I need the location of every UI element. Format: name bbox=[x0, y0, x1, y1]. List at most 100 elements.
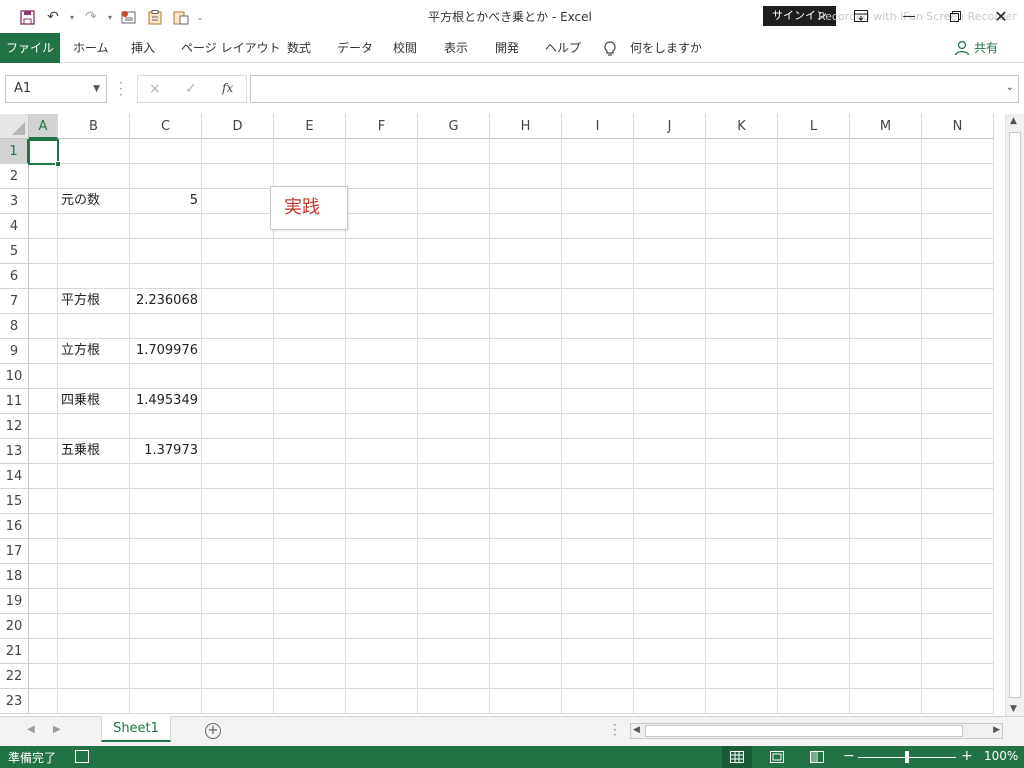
cell-g4[interactable] bbox=[418, 214, 490, 239]
row-header-12[interactable]: 12 bbox=[0, 414, 29, 439]
cell-f19[interactable] bbox=[346, 589, 418, 614]
cell-f21[interactable] bbox=[346, 639, 418, 664]
cell-b4[interactable] bbox=[58, 214, 130, 239]
cell-i14[interactable] bbox=[562, 464, 634, 489]
cell-l20[interactable] bbox=[778, 614, 850, 639]
cell-k19[interactable] bbox=[706, 589, 778, 614]
row-header-21[interactable]: 21 bbox=[0, 639, 29, 664]
cell-m21[interactable] bbox=[850, 639, 922, 664]
cell-g14[interactable] bbox=[418, 464, 490, 489]
cell-n10[interactable] bbox=[922, 364, 994, 389]
vertical-scroll-thumb[interactable] bbox=[1009, 132, 1021, 698]
cell-m22[interactable] bbox=[850, 664, 922, 689]
insert-function-button[interactable]: fx bbox=[222, 81, 233, 95]
cell-d7[interactable] bbox=[202, 289, 274, 314]
cell-d15[interactable] bbox=[202, 489, 274, 514]
cell-k14[interactable] bbox=[706, 464, 778, 489]
cell-d23[interactable] bbox=[202, 689, 274, 714]
cell-i10[interactable] bbox=[562, 364, 634, 389]
cell-a23[interactable] bbox=[29, 689, 58, 714]
cell-l2[interactable] bbox=[778, 164, 850, 189]
cell-l5[interactable] bbox=[778, 239, 850, 264]
cell-b11[interactable]: 四乗根 bbox=[58, 389, 130, 414]
cell-k11[interactable] bbox=[706, 389, 778, 414]
cell-f20[interactable] bbox=[346, 614, 418, 639]
cell-c8[interactable] bbox=[130, 314, 202, 339]
cell-n21[interactable] bbox=[922, 639, 994, 664]
cell-a12[interactable] bbox=[29, 414, 58, 439]
cell-e8[interactable] bbox=[274, 314, 346, 339]
cell-g15[interactable] bbox=[418, 489, 490, 514]
cell-j3[interactable] bbox=[634, 189, 706, 214]
cell-f22[interactable] bbox=[346, 664, 418, 689]
cell-j14[interactable] bbox=[634, 464, 706, 489]
scroll-up-icon[interactable]: ▲ bbox=[1010, 116, 1017, 126]
cell-a11[interactable] bbox=[29, 389, 58, 414]
tab-data[interactable]: データ bbox=[337, 33, 373, 63]
cell-l9[interactable] bbox=[778, 339, 850, 364]
cell-h8[interactable] bbox=[490, 314, 562, 339]
cell-k3[interactable] bbox=[706, 189, 778, 214]
cell-e7[interactable] bbox=[274, 289, 346, 314]
cell-d13[interactable] bbox=[202, 439, 274, 464]
cell-a9[interactable] bbox=[29, 339, 58, 364]
redo-dropdown[interactable]: ▾ bbox=[104, 6, 116, 28]
cell-n1[interactable] bbox=[922, 139, 994, 164]
cell-b10[interactable] bbox=[58, 364, 130, 389]
practice-shape-button[interactable]: 実践 bbox=[270, 186, 348, 230]
close-button[interactable]: ✕ bbox=[986, 4, 1016, 28]
cell-i16[interactable] bbox=[562, 514, 634, 539]
cell-a6[interactable] bbox=[29, 264, 58, 289]
tab-help[interactable]: ヘルプ bbox=[545, 33, 581, 63]
cell-j9[interactable] bbox=[634, 339, 706, 364]
cell-d9[interactable] bbox=[202, 339, 274, 364]
cell-e5[interactable] bbox=[274, 239, 346, 264]
cell-h14[interactable] bbox=[490, 464, 562, 489]
cell-k8[interactable] bbox=[706, 314, 778, 339]
row-header-9[interactable]: 9 bbox=[0, 339, 29, 364]
cell-k21[interactable] bbox=[706, 639, 778, 664]
cell-b8[interactable] bbox=[58, 314, 130, 339]
cell-f4[interactable] bbox=[346, 214, 418, 239]
cell-e15[interactable] bbox=[274, 489, 346, 514]
row-header-17[interactable]: 17 bbox=[0, 539, 29, 564]
cell-a8[interactable] bbox=[29, 314, 58, 339]
row-header-22[interactable]: 22 bbox=[0, 664, 29, 689]
cell-d12[interactable] bbox=[202, 414, 274, 439]
cell-d3[interactable] bbox=[202, 189, 274, 214]
cell-l6[interactable] bbox=[778, 264, 850, 289]
cell-k1[interactable] bbox=[706, 139, 778, 164]
cell-a5[interactable] bbox=[29, 239, 58, 264]
row-header-13[interactable]: 13 bbox=[0, 439, 29, 464]
cell-l8[interactable] bbox=[778, 314, 850, 339]
cell-i23[interactable] bbox=[562, 689, 634, 714]
cell-n23[interactable] bbox=[922, 689, 994, 714]
cell-c22[interactable] bbox=[130, 664, 202, 689]
cell-c12[interactable] bbox=[130, 414, 202, 439]
cell-b6[interactable] bbox=[58, 264, 130, 289]
cell-k2[interactable] bbox=[706, 164, 778, 189]
cell-l22[interactable] bbox=[778, 664, 850, 689]
cell-d19[interactable] bbox=[202, 589, 274, 614]
row-header-14[interactable]: 14 bbox=[0, 464, 29, 489]
cell-i1[interactable] bbox=[562, 139, 634, 164]
cell-f8[interactable] bbox=[346, 314, 418, 339]
cell-d17[interactable] bbox=[202, 539, 274, 564]
cell-h16[interactable] bbox=[490, 514, 562, 539]
cell-m16[interactable] bbox=[850, 514, 922, 539]
cell-j5[interactable] bbox=[634, 239, 706, 264]
cell-k5[interactable] bbox=[706, 239, 778, 264]
cell-m20[interactable] bbox=[850, 614, 922, 639]
horizontal-scrollbar[interactable]: ◀ ▶ bbox=[630, 723, 1003, 739]
scroll-right-icon[interactable]: ▶ bbox=[993, 725, 1000, 735]
cell-e1[interactable] bbox=[274, 139, 346, 164]
cell-m18[interactable] bbox=[850, 564, 922, 589]
cell-h17[interactable] bbox=[490, 539, 562, 564]
cell-g8[interactable] bbox=[418, 314, 490, 339]
cell-k20[interactable] bbox=[706, 614, 778, 639]
restore-button[interactable] bbox=[940, 4, 970, 28]
cell-f12[interactable] bbox=[346, 414, 418, 439]
cell-i21[interactable] bbox=[562, 639, 634, 664]
macro-recording-icon[interactable] bbox=[75, 750, 89, 763]
zoom-out-button[interactable]: − bbox=[843, 748, 855, 764]
